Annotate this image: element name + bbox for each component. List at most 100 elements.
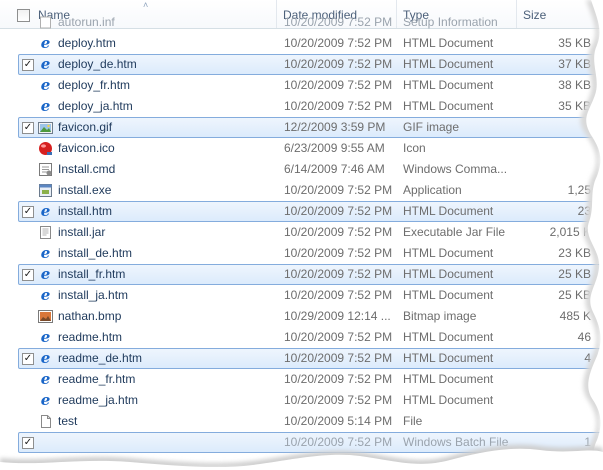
file-date-modified: 10/20/2009 7:52 PM <box>284 288 393 302</box>
file-name: readme_ja.htm <box>58 393 139 407</box>
file-type: HTML Document <box>403 288 494 302</box>
file-row[interactable]: e deploy_ja.htm 10/20/2009 7:52 PM HTML Doc… <box>0 96 603 117</box>
red-ball-icon <box>38 141 53 156</box>
file-date-modified: 10/20/2009 7:52 PM <box>284 246 393 260</box>
row-checkbox[interactable]: ✓ <box>22 206 34 218</box>
file-row[interactable]: e install_ja.htm 10/20/2009 7:52 PM HTML Do… <box>0 285 603 306</box>
file-date-modified: 10/20/2009 7:52 PM <box>284 78 393 92</box>
file-row[interactable]: test 10/20/2009 5:14 PM File <box>0 411 603 432</box>
ie-html-icon: e <box>40 265 51 283</box>
ie-html-icon: e <box>40 286 51 304</box>
file-date-modified: 10/20/2009 5:14 PM <box>284 414 393 428</box>
file-date-modified: 10/20/2009 7:52 PM <box>284 99 393 113</box>
file-date-modified: 10/20/2009 7:52 PM <box>284 15 393 29</box>
file-name: readme.htm <box>58 330 123 344</box>
file-row[interactable]: e readme_ja.htm 10/20/2009 7:52 PM HTML Doc… <box>0 390 603 411</box>
file-date-modified: 10/20/2009 7:52 PM <box>284 57 393 71</box>
setup-info-icon <box>38 15 53 30</box>
blank-file-icon <box>38 414 53 429</box>
file-row[interactable]: e install_de.htm 10/20/2009 7:52 PM HTML Do… <box>0 243 603 264</box>
ie-html-icon: e <box>40 97 51 115</box>
cmd-script-icon <box>38 162 53 177</box>
file-name: install_de.htm <box>58 246 133 260</box>
file-name: autorun.inf <box>58 15 115 29</box>
file-date-modified: 10/20/2009 7:52 PM <box>284 204 393 218</box>
file-type: HTML Document <box>403 204 494 218</box>
file-date-modified: 12/2/2009 3:59 PM <box>284 120 386 134</box>
file-name: install_ja.htm <box>58 288 129 302</box>
file-name: test <box>58 414 78 428</box>
file-name: deploy.htm <box>58 36 116 50</box>
file-type: HTML Document <box>403 57 494 71</box>
file-row[interactable]: install.exe 10/20/2009 7:52 PM Application… <box>0 180 603 201</box>
file-name: nathan.bmp <box>58 309 122 323</box>
file-name: install_fr.htm <box>58 267 126 281</box>
file-type: Application <box>403 183 462 197</box>
file-date-modified: 6/14/2009 7:46 AM <box>284 162 385 176</box>
file-row[interactable]: e deploy_fr.htm 10/20/2009 7:52 PM HTML Doc… <box>0 75 603 96</box>
file-row[interactable]: ✓ e install.htm 10/20/2009 7:52 PM HTML Docu… <box>0 201 603 222</box>
file-row[interactable]: install.jar 10/20/2009 7:52 PM Executable … <box>0 222 603 243</box>
file-name: deploy_de.htm <box>58 57 137 71</box>
sort-ascending-icon: ˄ <box>143 0 149 10</box>
file-row[interactable]: favicon.ico 6/23/2009 9:55 AM Icon <box>0 138 603 159</box>
jar-file-icon <box>38 225 53 240</box>
file-date-modified: 10/20/2009 7:52 PM <box>284 351 393 365</box>
row-checkbox[interactable]: ✓ <box>22 122 34 134</box>
file-date-modified: 10/20/2009 7:52 PM <box>284 372 393 386</box>
file-type: HTML Document <box>403 99 494 113</box>
ie-html-icon: e <box>40 202 51 220</box>
file-explorer-list: ˄ Name Date modified Type Size autorun.i… <box>0 0 603 470</box>
file-row[interactable]: e readme.htm 10/20/2009 7:52 PM HTML Docume… <box>0 327 603 348</box>
file-type: HTML Document <box>403 351 494 365</box>
file-row[interactable]: e readme_fr.htm 10/20/2009 7:52 PM HTML Doc… <box>0 369 603 390</box>
file-name: deploy_ja.htm <box>58 99 133 113</box>
file-date-modified: 10/20/2009 7:52 PM <box>284 183 393 197</box>
file-name: Install.cmd <box>58 162 116 176</box>
torn-edge-decoration <box>580 0 603 470</box>
file-row[interactable]: Install.cmd 6/14/2009 7:46 AM Windows Comm… <box>0 159 603 180</box>
row-checkbox[interactable]: ✓ <box>22 269 34 281</box>
row-checkbox[interactable]: ✓ <box>22 59 34 71</box>
exe-app-icon <box>38 183 53 198</box>
ie-html-icon: e <box>40 55 51 73</box>
file-date-modified: 6/23/2009 9:55 AM <box>284 141 385 155</box>
file-row[interactable]: autorun.inf 10/20/2009 7:52 PM Setup Infor… <box>0 12 603 33</box>
file-type: GIF image <box>403 120 460 134</box>
file-date-modified: 10/20/2009 7:52 PM <box>284 330 393 344</box>
file-name: install.htm <box>58 204 113 218</box>
file-date-modified: 10/29/2009 12:14 ... <box>284 309 391 323</box>
file-type: Icon <box>403 141 426 155</box>
file-type: Bitmap image <box>403 309 477 323</box>
file-name: readme_fr.htm <box>58 372 136 386</box>
file-name: favicon.ico <box>58 141 115 155</box>
ie-html-icon: e <box>40 34 51 52</box>
file-date-modified: 10/20/2009 7:52 PM <box>284 36 393 50</box>
file-type: HTML Document <box>403 372 494 386</box>
row-checkbox[interactable]: ✓ <box>22 353 34 365</box>
ie-html-icon: e <box>40 328 51 346</box>
file-row[interactable]: nathan.bmp 10/29/2009 12:14 ... Bitmap ima… <box>0 306 603 327</box>
file-name: install.exe <box>58 183 112 197</box>
torn-bottom-edge-decoration <box>0 444 603 470</box>
file-date-modified: 10/20/2009 7:52 PM <box>284 393 393 407</box>
ie-html-icon: e <box>40 391 51 409</box>
file-row[interactable]: e deploy.htm 10/20/2009 7:52 PM HTML Docume… <box>0 33 603 54</box>
file-date-modified: 10/20/2009 7:52 PM <box>284 267 393 281</box>
file-row[interactable]: ✓ e install_fr.htm 10/20/2009 7:52 PM HTML D… <box>0 264 603 285</box>
file-date-modified: 10/20/2009 7:52 PM <box>284 225 393 239</box>
ie-html-icon: e <box>40 244 51 262</box>
file-type: Windows Comma... <box>403 162 508 176</box>
file-row[interactable]: ✓ e deploy_de.htm 10/20/2009 7:52 PM HTML Do… <box>0 54 603 75</box>
file-type: Executable Jar File <box>403 225 506 239</box>
file-name: favicon.gif <box>58 120 113 134</box>
file-row[interactable]: ✓ favicon.gif 12/2/2009 3:59 PM GIF image <box>0 117 603 138</box>
file-type: HTML Document <box>403 267 494 281</box>
file-row[interactable]: ✓ e readme_de.htm 10/20/2009 7:52 PM HTML Do… <box>0 348 603 369</box>
file-name: readme_de.htm <box>58 351 143 365</box>
file-name: install.jar <box>58 225 106 239</box>
file-type: Setup Information <box>403 15 498 29</box>
file-name: deploy_fr.htm <box>58 78 131 92</box>
file-type: HTML Document <box>403 246 494 260</box>
ie-html-icon: e <box>40 76 51 94</box>
